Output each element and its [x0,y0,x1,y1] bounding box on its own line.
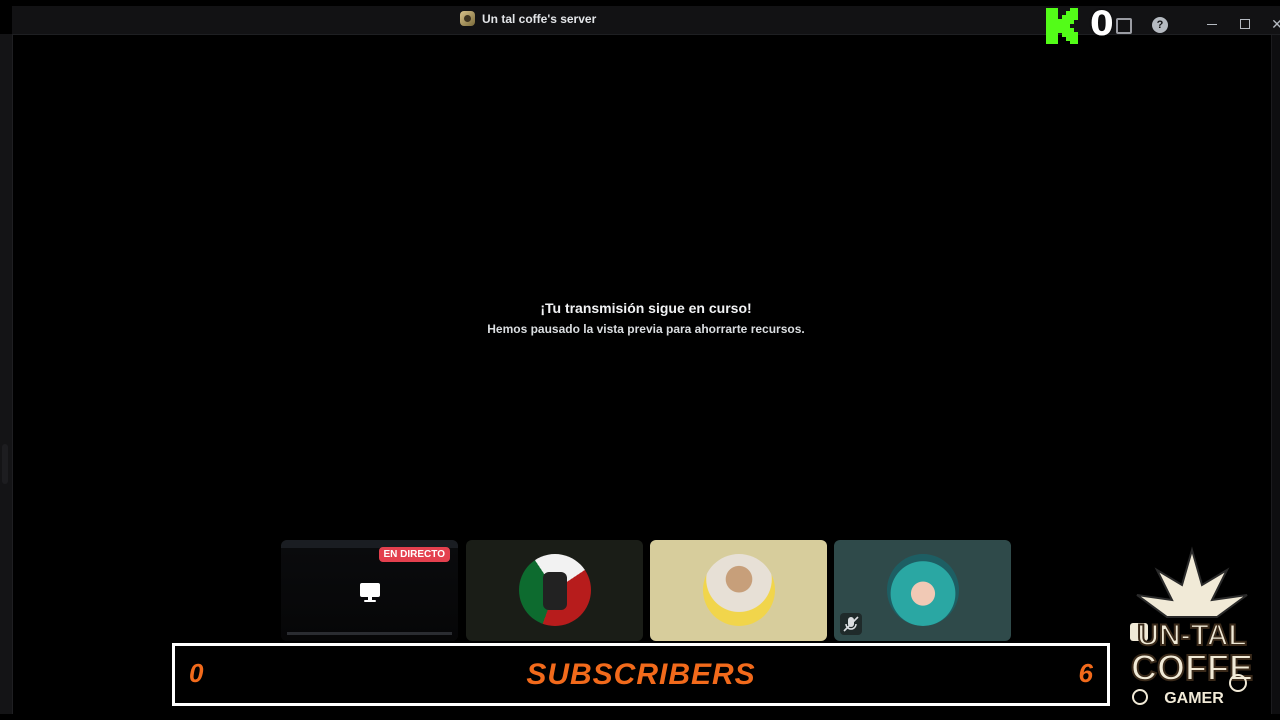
sidebar-handle[interactable] [2,444,8,484]
app-window: Un tal coffe's server ? ✕ 0 ¡Tu transmis… [0,0,1280,720]
close-button[interactable]: ✕ [1268,15,1280,33]
close-icon: ✕ [1271,16,1280,32]
participant-tile[interactable] [650,540,827,641]
selfie-avatar [703,554,775,626]
member-sidebar-edge [1271,34,1280,714]
stream-tile[interactable]: EN DIRECTO [281,540,458,641]
svg-text:COFFE: COFFE [1131,647,1253,688]
subscriber-goal-bar: 0 SUBSCRIBERS 6 [172,643,1110,706]
participant-tile[interactable] [466,540,643,641]
screen-share-icon [360,583,380,602]
stream-notice-subtitle: Hemos pausado la vista previa para ahorr… [487,322,805,336]
inbox-icon[interactable] [1116,18,1132,34]
server-icon [460,11,475,26]
participant-tile[interactable] [834,540,1011,641]
anime-avatar [887,554,959,626]
kick-logo-icon [1046,8,1078,44]
stream-notice-title: ¡Tu transmisión sigue en curso! [540,300,752,316]
kick-follower-count: 0 [1090,4,1114,44]
server-sidebar-edge [0,34,13,714]
maximize-button[interactable] [1236,15,1254,33]
subscriber-count-goal: 6 [1078,658,1093,688]
subscriber-label: SUBSCRIBERS [526,658,756,691]
stream-thumbnail-taskbar [287,632,452,635]
minimize-icon [1207,24,1217,25]
help-icon[interactable]: ? [1152,17,1168,33]
mexico-flag-avatar [519,554,591,626]
stream-paused-notice: ¡Tu transmisión sigue en curso! Hemos pa… [0,300,1280,336]
window-title: Un tal coffe's server [482,11,597,26]
maximize-icon [1240,19,1250,29]
live-badge: EN DIRECTO [378,547,450,562]
minimize-button[interactable] [1203,15,1221,33]
un-tal-coffe-gamer-logo: UN-TAL COFFE GAMER [1130,546,1254,707]
title-group: Un tal coffe's server [460,11,596,26]
svg-text:GAMER: GAMER [1164,690,1224,707]
muted-icon [840,613,862,635]
